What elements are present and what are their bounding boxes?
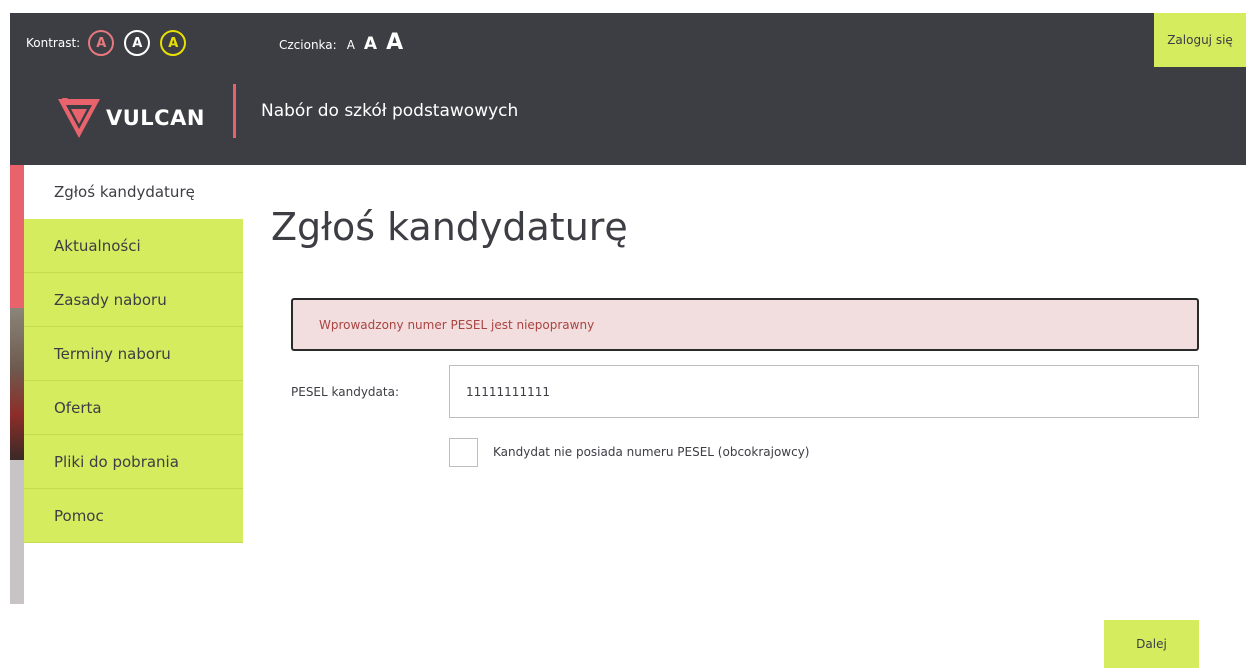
contrast-red-button[interactable]: A [88,30,115,56]
font-size-label: Czcionka: [279,38,337,52]
pesel-input[interactable] [449,365,1199,418]
sidebar-item-zglos-kandydature[interactable]: Zgłoś kandydaturę [24,165,243,219]
contrast-yellow-button[interactable]: A [160,30,187,56]
pesel-label: PESEL kandydata: [291,385,400,399]
no-pesel-checkbox-label[interactable]: Kandydat nie posiada numeru PESEL (obcok… [493,445,810,459]
contrast-label: Kontrast: [26,36,81,50]
logo-text: VULCAN [106,106,205,130]
login-button[interactable]: Zaloguj się [1154,13,1246,67]
header-divider [233,84,236,138]
font-size-large-button[interactable]: A [386,30,403,55]
no-pesel-checkbox[interactable] [449,438,478,467]
app-title: Nabór do szkół podstawowych [261,101,519,121]
contrast-white-button[interactable]: A [124,30,151,56]
page-title: Zgłoś kandydaturę [271,205,628,249]
font-size-medium-button[interactable]: A [364,34,377,54]
vulcan-logo[interactable]: VULCAN [56,96,205,140]
sidebar-item-pomoc[interactable]: Pomoc [24,489,243,543]
sidebar-item-oferta[interactable]: Oferta [24,381,243,435]
top-header: Kontrast: A A A Czcionka: A A A Zaloguj … [10,13,1246,165]
decorative-strip [10,308,24,460]
error-alert: Wprowadzony numer PESEL jest niepoprawny [291,298,1199,351]
font-size-controls: Czcionka: A A A [279,30,412,56]
contrast-controls: Kontrast: A A A [26,30,196,56]
decorative-strip [10,460,24,604]
font-size-small-button[interactable]: A [347,38,355,52]
sidebar-item-terminy-naboru[interactable]: Terminy naboru [24,327,243,381]
decorative-strip [10,165,24,308]
sidebar-item-aktualnosci[interactable]: Aktualności [24,219,243,273]
sidebar-nav: Zgłoś kandydaturę Aktualności Zasady nab… [24,165,243,543]
next-button[interactable]: Dalej [1104,620,1199,668]
sidebar-item-pliki-do-pobrania[interactable]: Pliki do pobrania [24,435,243,489]
sidebar-item-zasady-naboru[interactable]: Zasady naboru [24,273,243,327]
vulcan-logo-icon [58,98,100,138]
